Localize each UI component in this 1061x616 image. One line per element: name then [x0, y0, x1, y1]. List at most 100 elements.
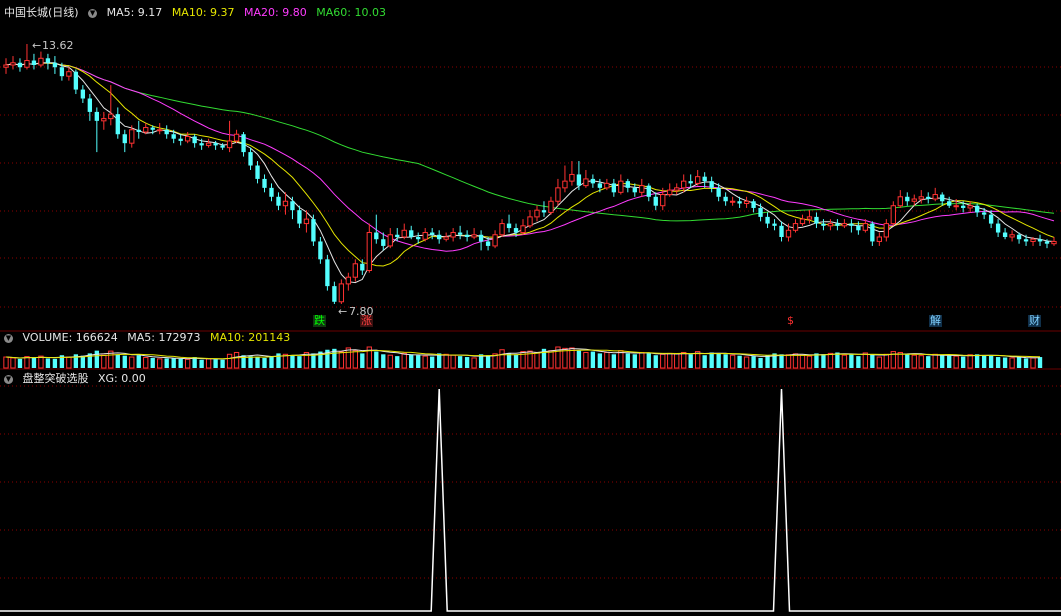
candle-body: [311, 219, 316, 242]
candle-body: [108, 113, 114, 120]
volume-bar: [562, 347, 568, 369]
candle-body: [785, 229, 792, 238]
chevron-down-icon[interactable]: ▼: [4, 374, 13, 384]
volume-bar: [534, 351, 540, 369]
event-marker-finance[interactable]: 财: [1028, 315, 1041, 327]
candle-body: [269, 187, 274, 197]
volume-bar: [604, 351, 610, 369]
candle-body: [282, 200, 289, 207]
volume-bar: [10, 357, 16, 369]
volume-bar: [401, 352, 407, 369]
candle-body: [45, 58, 51, 63]
candle-body: [911, 198, 917, 202]
candle-body: [765, 216, 770, 224]
volume-bar: [1009, 357, 1015, 369]
event-marker-dollar[interactable]: $: [786, 315, 795, 327]
volume-bar: [150, 357, 155, 368]
candle-body: [345, 276, 352, 285]
candle-body: [248, 152, 253, 166]
volume-bar: [681, 351, 687, 369]
candle-body: [940, 194, 945, 202]
event-marker-unlock[interactable]: 解: [929, 315, 942, 327]
candle-body: [862, 223, 869, 231]
vol-ma5-readout: MA5: 172973: [127, 331, 201, 344]
volume-bar: [940, 355, 945, 368]
candle-body: [38, 57, 44, 66]
stock-title: 中国长城(日线): [4, 6, 79, 19]
volume-bar: [381, 354, 386, 368]
volume-bar: [611, 354, 617, 368]
volume-bar: [737, 355, 742, 368]
volume-bar: [31, 357, 37, 368]
candle-body: [534, 209, 540, 218]
candle-body: [835, 223, 840, 226]
event-marker-fall[interactable]: 跌: [313, 315, 326, 327]
candle-body: [576, 174, 582, 186]
volume-bar: [632, 354, 637, 368]
candle-body: [450, 232, 456, 238]
candle-body: [674, 187, 680, 191]
volume-bar: [988, 355, 994, 368]
volume-bar: [618, 350, 624, 369]
candle-body: [73, 71, 79, 90]
candle-body: [743, 200, 750, 204]
volume-bar: [841, 354, 848, 369]
candle-body: [967, 205, 973, 209]
volume-bar: [1002, 357, 1008, 368]
candle-body: [695, 176, 701, 184]
volume-bar: [667, 352, 673, 369]
candle-body: [520, 225, 526, 234]
volume-bar: [806, 355, 813, 369]
candle-body: [332, 286, 337, 302]
candle-body: [974, 205, 980, 213]
volume-bar: [430, 356, 435, 368]
volume-bar: [24, 356, 30, 369]
candle-body: [981, 212, 987, 215]
candle-body: [290, 201, 295, 211]
candle-body: [80, 89, 86, 99]
volume-bar: [129, 356, 135, 369]
volume-bar: [17, 358, 23, 368]
volume-bar: [178, 358, 183, 368]
candle-body: [303, 218, 310, 225]
candle-body: [143, 127, 149, 133]
volume-bar: [576, 350, 582, 368]
ma10-readout: MA10: 9.37: [171, 6, 235, 19]
candle-body: [178, 138, 183, 141]
volume-bar: [947, 355, 952, 368]
candle-body: [646, 185, 651, 197]
volume-bar: [674, 353, 680, 369]
volume-bar: [709, 352, 714, 368]
candle-body: [115, 114, 120, 135]
candle-body: [827, 223, 834, 227]
candle-body: [31, 60, 37, 65]
moving-average-lines: [5, 62, 1055, 284]
candle-body: [297, 210, 302, 224]
candle-body: [737, 201, 742, 204]
volume-bar: [157, 358, 163, 369]
volume-bar: [758, 357, 763, 368]
candle-body: [716, 187, 721, 197]
volume-bar: [374, 351, 379, 368]
chevron-down-icon[interactable]: ▼: [88, 8, 98, 18]
candle-body: [338, 283, 345, 303]
candle-body: [457, 232, 463, 235]
chevron-down-icon[interactable]: ▼: [4, 333, 13, 343]
volume-bar: [352, 350, 358, 369]
xg-signal-line: [0, 388, 1061, 612]
ma5-line: [5, 62, 1055, 284]
volume-bar: [255, 357, 260, 368]
candle-body: [625, 181, 630, 188]
price-panel-header: 中国长城(日线) ▼ MA5: 9.17 MA10: 9.37 MA20: 9.…: [4, 6, 392, 20]
candle-body: [10, 62, 16, 66]
candle-body: [597, 183, 603, 188]
event-marker-rise[interactable]: 涨: [360, 315, 373, 327]
candle-body: [709, 181, 714, 188]
candle-body: [3, 64, 9, 68]
candle-body: [374, 232, 379, 240]
candle-body: [506, 223, 512, 229]
volume-bar: [66, 356, 72, 369]
volume-bar: [723, 354, 728, 368]
candle-body: [821, 223, 826, 226]
volume-bar: [45, 358, 51, 368]
